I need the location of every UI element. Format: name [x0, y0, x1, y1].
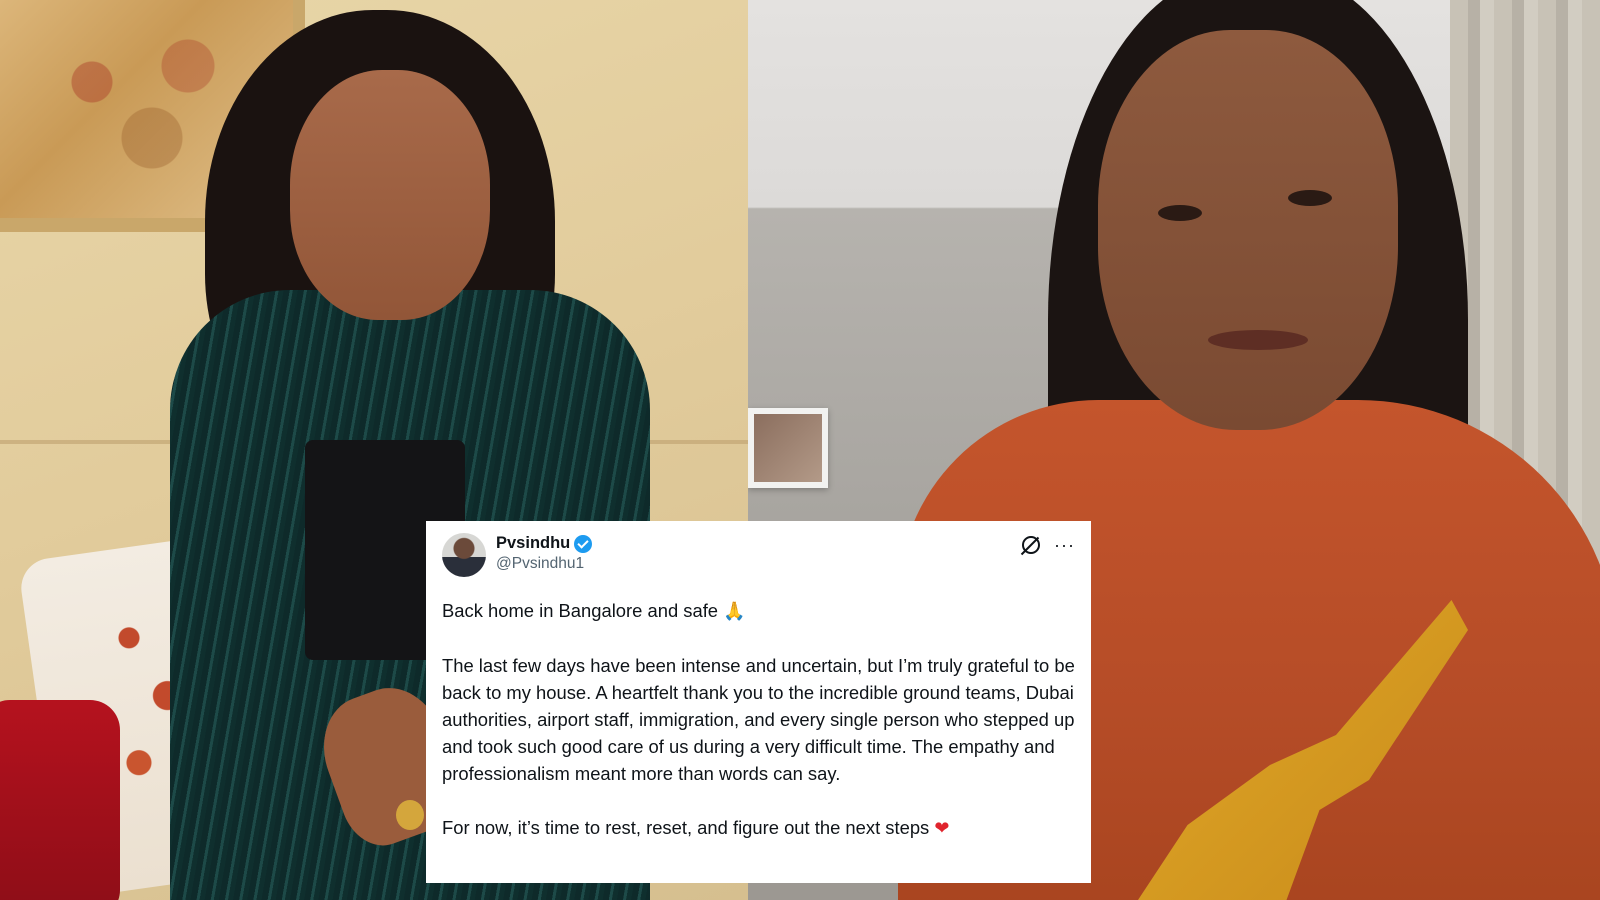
- tweet-text: The last few days have been intense and …: [442, 655, 1075, 784]
- display-name[interactable]: Pvsindhu: [496, 534, 570, 553]
- tweet-text: Back home in Bangalore and safe: [442, 600, 719, 621]
- header-actions: ···: [1022, 533, 1075, 554]
- red-cushion: [0, 700, 120, 900]
- tweet-text: For now, it’s time to rest, reset, and f…: [442, 817, 930, 838]
- more-icon[interactable]: ···: [1054, 536, 1075, 554]
- author-names: Pvsindhu @Pvsindhu1: [496, 533, 593, 573]
- person-face: [290, 70, 490, 320]
- display-name-row: Pvsindhu: [496, 534, 593, 553]
- gold-ring: [396, 800, 424, 830]
- verified-badge-icon: [574, 534, 593, 553]
- eye: [1288, 190, 1332, 206]
- folded-hands-emoji-icon: 🙏: [723, 601, 746, 621]
- tweet-paragraph: For now, it’s time to rest, reset, and f…: [442, 814, 1075, 842]
- person-face: [1098, 30, 1398, 430]
- tweet-body: Back home in Bangalore and safe 🙏 The la…: [442, 597, 1075, 842]
- tweet-paragraph: The last few days have been intense and …: [442, 652, 1075, 787]
- eye: [1158, 205, 1202, 221]
- tweet-header: Pvsindhu @Pvsindhu1 ···: [442, 533, 1075, 589]
- grok-icon[interactable]: [1022, 536, 1041, 554]
- tweet-paragraph: Back home in Bangalore and safe 🙏: [442, 597, 1075, 625]
- heart-emoji-icon: ❤: [934, 818, 950, 838]
- mouth: [1208, 330, 1308, 350]
- tweet-card: Pvsindhu @Pvsindhu1 ··· Back home in Ban…: [426, 521, 1091, 883]
- wall-photo-frame: [748, 408, 828, 488]
- avatar[interactable]: [442, 533, 486, 577]
- handle[interactable]: @Pvsindhu1: [496, 555, 592, 573]
